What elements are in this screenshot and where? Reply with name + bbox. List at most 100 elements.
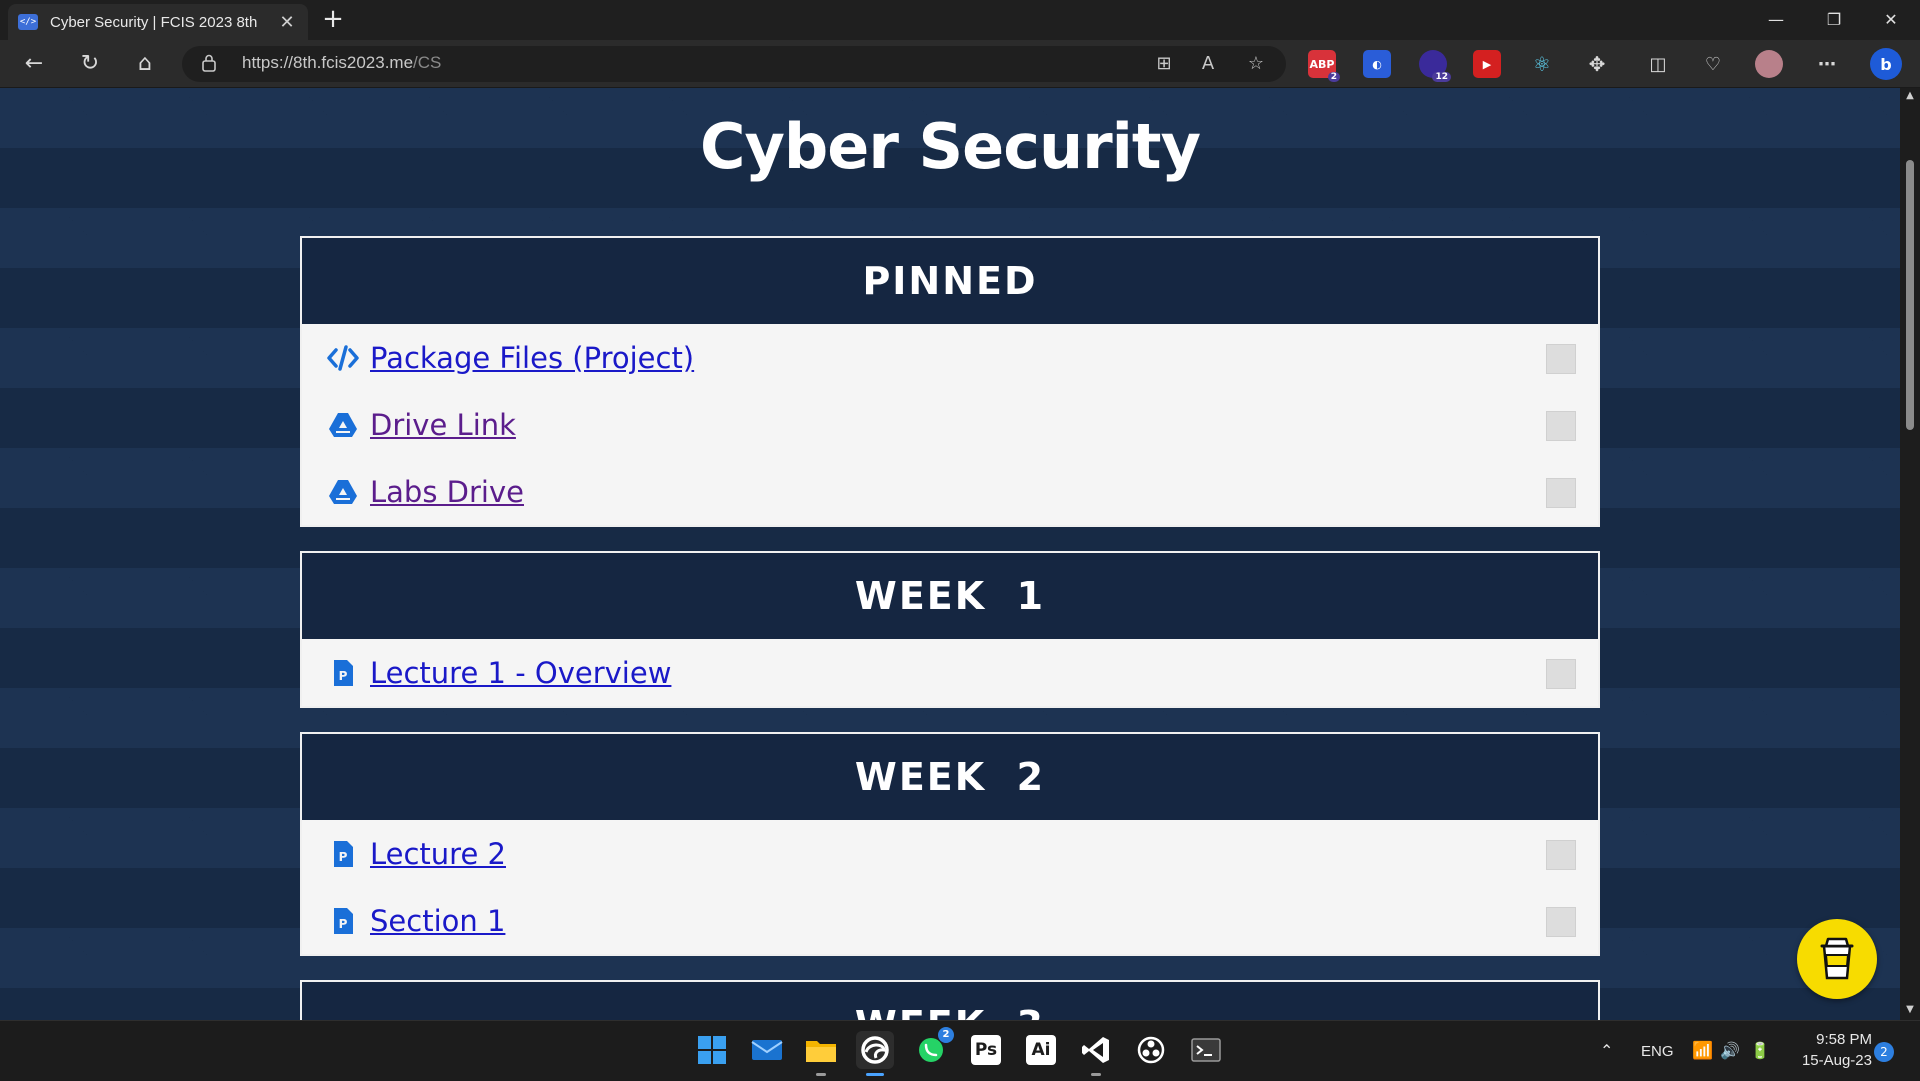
clock-time: 9:58 PM bbox=[1816, 1031, 1872, 1048]
file-explorer-icon[interactable] bbox=[802, 1031, 840, 1069]
privacy-badger-icon[interactable]: ◐ bbox=[1363, 50, 1391, 78]
drive-link[interactable]: Drive Link bbox=[370, 408, 516, 442]
section-1-link[interactable]: Section 1 bbox=[370, 904, 505, 938]
done-checkbox[interactable] bbox=[1546, 907, 1576, 937]
show-hidden-icons-chevron[interactable]: ⌃ bbox=[1600, 1021, 1624, 1081]
tab-favicon-icon: </> bbox=[18, 14, 38, 30]
list-item: Package Files (Project) bbox=[302, 324, 1598, 391]
coffee-cup-icon bbox=[1820, 937, 1854, 980]
photoshop-icon[interactable]: Ps bbox=[967, 1031, 1005, 1069]
close-tab-icon[interactable]: ✕ bbox=[276, 12, 298, 33]
ublock-badge: 12 bbox=[1432, 72, 1451, 82]
section-week-2: WEEK 2 P Lecture 2 P Section 1 bbox=[300, 732, 1600, 956]
refresh-button[interactable]: ↻ bbox=[72, 48, 108, 80]
lecture-1-link[interactable]: Lecture 1 - Overview bbox=[370, 656, 671, 690]
vscode-indicator bbox=[1091, 1073, 1101, 1076]
windows-taskbar: 2 Ps Ai ⌃ ENG 📶 🔊 🔋 9:58 PM 15-Aug-23 2 bbox=[0, 1020, 1920, 1080]
done-checkbox[interactable] bbox=[1546, 659, 1576, 689]
scroll-up-arrow[interactable]: ▲ bbox=[1904, 90, 1916, 101]
powerpoint-file-icon: P bbox=[326, 906, 360, 936]
vscode-icon[interactable] bbox=[1077, 1031, 1115, 1069]
photoshop-label: Ps bbox=[971, 1035, 1001, 1065]
windows-start-icon[interactable] bbox=[693, 1031, 731, 1069]
whatsapp-icon[interactable]: 2 bbox=[912, 1027, 954, 1069]
done-checkbox[interactable] bbox=[1546, 840, 1576, 870]
browser-toolbar: ← ↻ ⌂ https://8th.fcis2023.me/CS ⊞ A ☆ A… bbox=[0, 40, 1920, 88]
battery-icon[interactable]: 🔋 bbox=[1750, 1021, 1770, 1081]
volume-icon[interactable]: 🔊 bbox=[1720, 1021, 1740, 1081]
terminal-icon[interactable] bbox=[1187, 1031, 1225, 1069]
youtube-ext-icon[interactable]: ▶ bbox=[1473, 50, 1501, 78]
page-title: Cyber Security bbox=[700, 110, 1201, 183]
section-pinned: PINNED Package Files (Project) Drive Lin… bbox=[300, 236, 1600, 527]
mail-icon[interactable] bbox=[748, 1031, 786, 1069]
url-text[interactable]: https://8th.fcis2023.me/CS bbox=[242, 53, 441, 73]
google-drive-icon bbox=[326, 477, 360, 507]
done-checkbox[interactable] bbox=[1546, 344, 1576, 374]
code-icon bbox=[326, 343, 360, 373]
home-button[interactable]: ⌂ bbox=[127, 48, 163, 80]
lecture-2-link[interactable]: Lecture 2 bbox=[370, 837, 506, 871]
app-available-icon[interactable]: ⊞ bbox=[1150, 52, 1178, 76]
lock-icon[interactable] bbox=[202, 54, 216, 72]
browser-essentials-icon[interactable]: ♡ bbox=[1699, 50, 1727, 78]
adblock-icon[interactable]: ABP 2 bbox=[1308, 50, 1340, 82]
tab-title: Cyber Security | FCIS 2023 8th bbox=[50, 13, 258, 31]
section-week-1: WEEK 1 P Lecture 1 - Overview bbox=[300, 551, 1600, 708]
list-item: P Section 1 bbox=[302, 887, 1598, 954]
browser-tab[interactable]: </> Cyber Security | FCIS 2023 8th ✕ bbox=[8, 4, 308, 40]
page-viewport: Cyber Security PINNED Package Files (Pro… bbox=[0, 88, 1900, 1020]
url-host: https://8th.fcis2023.me bbox=[242, 53, 414, 72]
section-heading: PINNED bbox=[302, 238, 1598, 324]
wifi-icon[interactable]: 📶 bbox=[1692, 1021, 1713, 1081]
restore-button[interactable]: ❐ bbox=[1805, 0, 1863, 40]
ublock-icon[interactable]: 12 bbox=[1419, 50, 1451, 82]
powerpoint-file-icon: P bbox=[326, 658, 360, 688]
whatsapp-badge: 2 bbox=[938, 1027, 954, 1043]
address-bar[interactable]: https://8th.fcis2023.me/CS ⊞ A ☆ bbox=[182, 46, 1286, 82]
done-checkbox[interactable] bbox=[1546, 478, 1576, 508]
new-tab-button[interactable]: + bbox=[318, 6, 348, 34]
tab-bar: </> Cyber Security | FCIS 2023 8th ✕ + —… bbox=[0, 0, 1920, 40]
section-week-3: WEEK 3 bbox=[300, 980, 1600, 1020]
react-devtools-icon[interactable]: ⚛ bbox=[1528, 50, 1556, 78]
buy-me-coffee-button[interactable] bbox=[1797, 919, 1877, 999]
extensions-puzzle-icon[interactable]: ✥ bbox=[1583, 50, 1611, 78]
file-explorer-indicator bbox=[816, 1073, 826, 1076]
edge-active-indicator bbox=[866, 1073, 884, 1076]
powerpoint-file-icon: P bbox=[326, 839, 360, 869]
labs-drive-link[interactable]: Labs Drive bbox=[370, 475, 524, 509]
edge-icon[interactable] bbox=[856, 1031, 894, 1069]
profile-avatar[interactable] bbox=[1755, 50, 1783, 78]
url-path: /CS bbox=[413, 53, 442, 72]
section-heading: WEEK 3 bbox=[302, 982, 1598, 1020]
notification-badge[interactable]: 2 bbox=[1874, 1042, 1894, 1062]
list-item: Drive Link bbox=[302, 391, 1598, 458]
minimize-button[interactable]: — bbox=[1747, 0, 1805, 40]
read-aloud-icon[interactable]: A bbox=[1194, 52, 1222, 76]
scroll-down-arrow[interactable]: ▼ bbox=[1904, 1004, 1916, 1015]
list-item: P Lecture 2 bbox=[302, 820, 1598, 887]
close-window-button[interactable]: ✕ bbox=[1862, 0, 1920, 40]
done-checkbox[interactable] bbox=[1546, 411, 1576, 441]
adblock-badge: 2 bbox=[1327, 72, 1340, 82]
favorite-star-icon[interactable]: ☆ bbox=[1242, 52, 1270, 76]
split-screen-icon[interactable]: ◫ bbox=[1644, 50, 1672, 78]
svg-text:P: P bbox=[339, 850, 348, 864]
svg-text:P: P bbox=[339, 917, 348, 931]
taskbar-clock[interactable]: 9:58 PM 15-Aug-23 bbox=[1782, 1029, 1872, 1071]
obs-icon[interactable] bbox=[1132, 1031, 1170, 1069]
list-item: P Lecture 1 - Overview bbox=[302, 639, 1598, 706]
package-files-link[interactable]: Package Files (Project) bbox=[370, 341, 694, 375]
language-indicator[interactable]: ENG bbox=[1641, 1021, 1674, 1081]
google-drive-icon bbox=[326, 410, 360, 440]
illustrator-label: Ai bbox=[1026, 1035, 1056, 1065]
back-button[interactable]: ← bbox=[16, 48, 52, 80]
bing-copilot-icon[interactable]: b bbox=[1870, 48, 1902, 80]
page-scrollbar[interactable]: ▲ ▼ bbox=[1900, 88, 1920, 1020]
illustrator-icon[interactable]: Ai bbox=[1022, 1031, 1060, 1069]
more-menu-icon[interactable]: ⋯ bbox=[1813, 50, 1841, 78]
clock-date: 15-Aug-23 bbox=[1801, 1052, 1872, 1069]
scrollbar-thumb[interactable] bbox=[1906, 160, 1914, 430]
section-heading: WEEK 1 bbox=[302, 553, 1598, 639]
